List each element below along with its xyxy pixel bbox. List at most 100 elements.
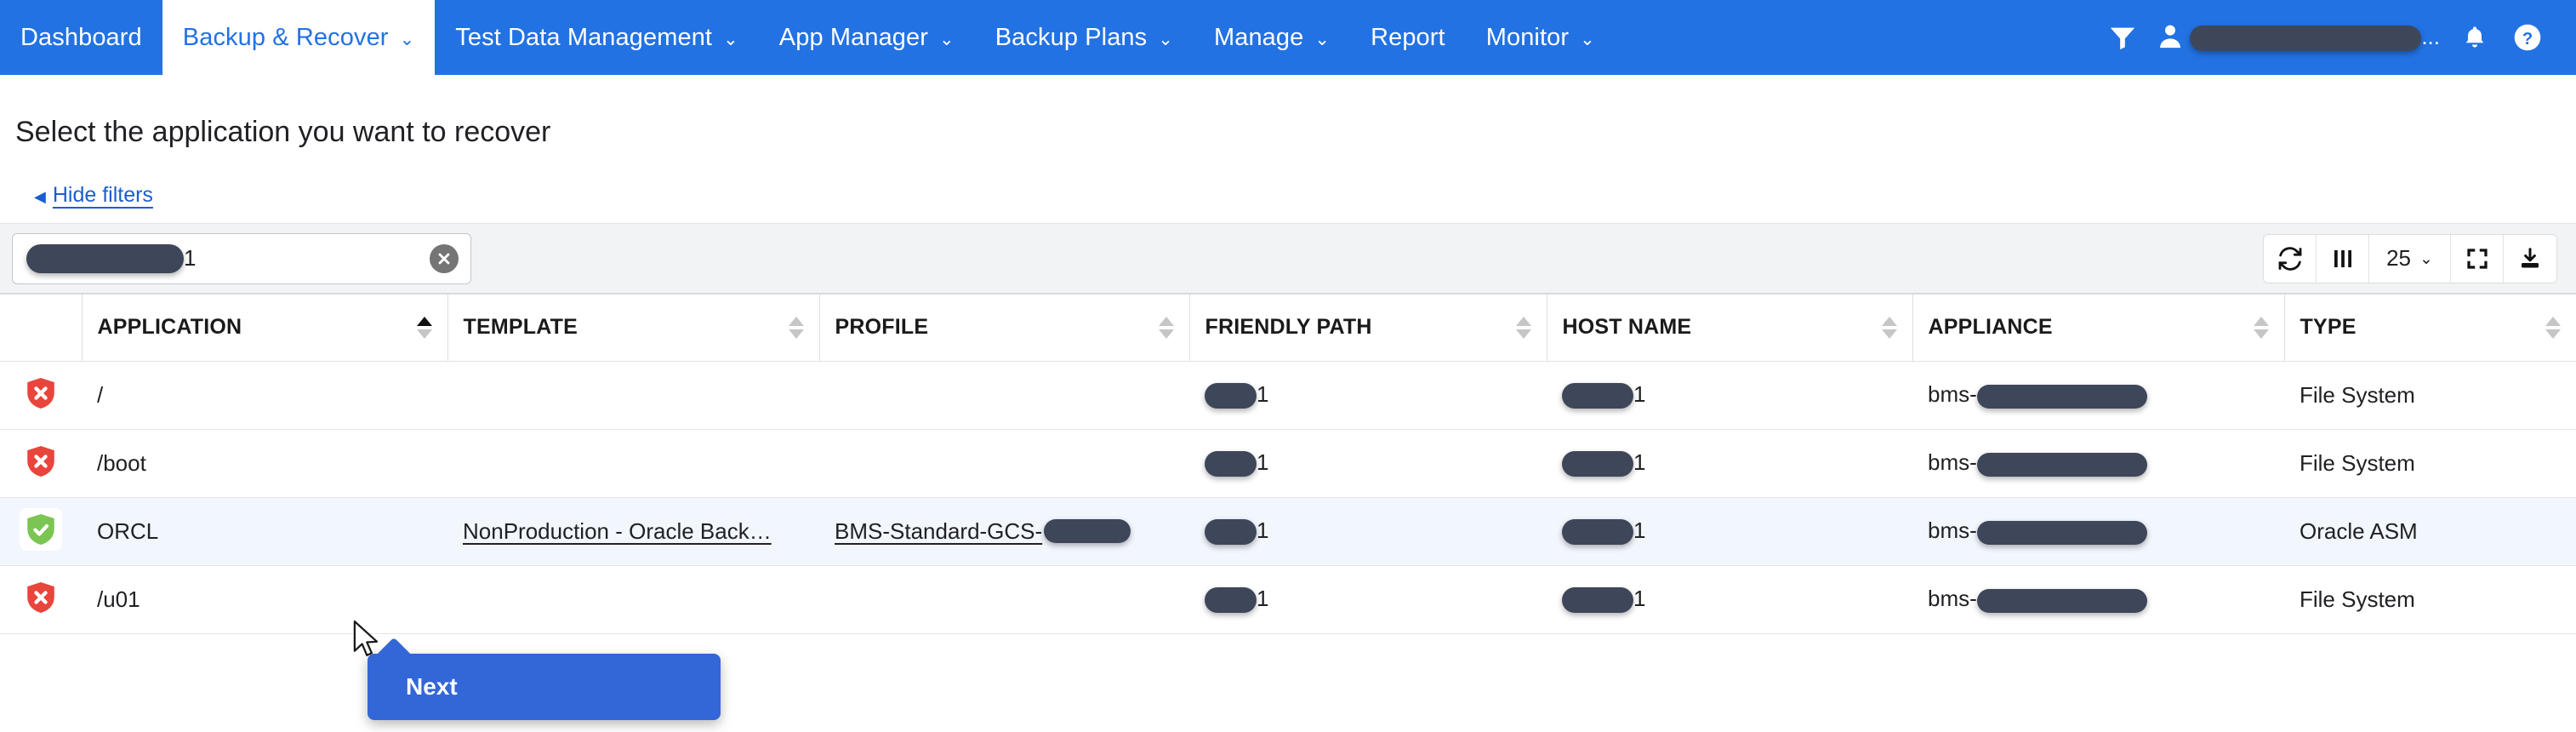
friendly-path-suffix: 1 [1257, 518, 1268, 543]
hide-filters-link[interactable]: ◀ Hide filters [34, 183, 153, 208]
redacted-text [1562, 519, 1633, 545]
redacted-text [1205, 451, 1257, 477]
nav-item-manage[interactable]: Manage⌄ [1194, 0, 1350, 75]
sort-toggle-icon[interactable] [2254, 317, 2269, 339]
nav-item-label: Report [1371, 24, 1445, 52]
column-header-appliance[interactable]: APPLIANCE [1912, 295, 2284, 361]
cell-type: File System [2284, 361, 2576, 429]
column-header-host-name[interactable]: HOST NAME [1547, 295, 1912, 361]
cell-template[interactable]: NonProduction - Oracle Back… [447, 497, 819, 565]
table-toolbar: 1 25 ⌄ [0, 223, 2576, 295]
page-title: Select the application you want to recov… [0, 75, 2576, 149]
cell-profile [819, 429, 1189, 497]
column-header-template[interactable]: TEMPLATE [447, 295, 819, 361]
chevron-left-icon: ◀ [34, 189, 46, 204]
cell-appliance: bms- [1912, 565, 2284, 633]
page-size-select[interactable]: 25 ⌄ [2369, 235, 2451, 283]
column-header-friendly-path[interactable]: FRIENDLY PATH [1189, 295, 1547, 361]
table-row[interactable]: /u0111bms-File System [0, 565, 2576, 633]
next-button[interactable]: Next [368, 654, 721, 720]
sort-toggle-icon[interactable] [1882, 317, 1897, 339]
nav-item-test-data-management[interactable]: Test Data Management⌄ [435, 0, 759, 75]
cell-friendly-path: 1 [1189, 361, 1547, 429]
cell-type: Oracle ASM [2284, 497, 2576, 565]
cell-host-name: 1 [1547, 565, 1912, 633]
profile-link-label: BMS-Standard-GCS- [835, 518, 1042, 545]
fullscreen-icon[interactable] [2451, 235, 2504, 283]
friendly-path-suffix: 1 [1257, 381, 1268, 407]
row-status-cell [0, 361, 82, 429]
redacted-text [1977, 385, 2147, 409]
table-row[interactable]: /boot11bms-File System [0, 429, 2576, 497]
shield-error-icon [20, 440, 62, 483]
nav-item-app-manager[interactable]: App Manager⌄ [759, 0, 975, 75]
refresh-icon[interactable] [2264, 235, 2317, 283]
table-row[interactable]: ORCLNonProduction - Oracle Back…BMS-Stan… [0, 497, 2576, 565]
user-account-name: ... [2190, 24, 2440, 51]
sort-toggle-icon[interactable] [2545, 317, 2561, 339]
cell-appliance: bms- [1912, 497, 2284, 565]
table-row[interactable]: /11bms-File System [0, 361, 2576, 429]
column-header-label: TEMPLATE [464, 315, 578, 340]
nav-item-label: App Manager [779, 24, 928, 52]
chevron-down-icon: ⌄ [400, 31, 415, 49]
nav-item-label: Backup Plans [995, 24, 1148, 52]
column-header-status [0, 295, 82, 361]
redacted-text [1562, 383, 1633, 409]
cell-profile[interactable]: BMS-Standard-GCS- [819, 497, 1189, 565]
help-question-icon[interactable]: ? [2501, 0, 2554, 75]
host-name-suffix: 1 [1633, 449, 1645, 475]
applications-table: APPLICATION TEMPLATE PROFILE FRIENDLY PATH H… [0, 295, 2576, 634]
clear-search-icon[interactable] [430, 244, 459, 273]
column-header-profile[interactable]: PROFILE [819, 295, 1189, 361]
download-icon[interactable] [2504, 235, 2556, 283]
cell-profile [819, 565, 1189, 633]
sort-toggle-icon[interactable] [1159, 317, 1174, 339]
cell-host-name: 1 [1547, 361, 1912, 429]
toolbar-button-group: 25 ⌄ [2263, 234, 2557, 283]
column-header-application[interactable]: APPLICATION [82, 295, 447, 361]
cell-host-name: 1 [1547, 497, 1912, 565]
nav-menu-list: Dashboard Backup & Recover ⌄ Test Data Mana… [0, 0, 1616, 75]
cell-friendly-path: 1 [1189, 565, 1547, 633]
template-link[interactable]: NonProduction - Oracle Back… [463, 518, 772, 545]
host-name-suffix: 1 [1633, 518, 1645, 543]
nav-item-report[interactable]: Report [1350, 0, 1466, 75]
cell-type: File System [2284, 429, 2576, 497]
chevron-down-icon: ⌄ [1580, 31, 1595, 49]
redacted-text [1044, 519, 1131, 543]
profile-link[interactable]: BMS-Standard-GCS- [835, 518, 1131, 545]
sort-toggle-icon[interactable] [789, 317, 804, 339]
redacted-text [1205, 383, 1257, 409]
hide-filters-label: Hide filters [53, 183, 153, 208]
columns-icon[interactable] [2317, 235, 2369, 283]
nav-item-dashboard[interactable]: Dashboard [0, 0, 162, 75]
column-header-type[interactable]: TYPE [2284, 295, 2576, 361]
search-input[interactable]: 1 [12, 233, 471, 284]
sort-toggle-icon[interactable] [417, 317, 432, 339]
chevron-down-icon: ⌄ [1158, 31, 1173, 49]
appliance-prefix: bms- [1928, 518, 1977, 543]
row-status-cell [0, 497, 82, 565]
filters-toggle-row: ◀ Hide filters [0, 149, 2576, 208]
nav-item-backup-plans[interactable]: Backup Plans ⌄ [975, 0, 1194, 75]
next-button-label: Next [406, 673, 458, 701]
nav-item-monitor[interactable]: Monitor ⌄ [1466, 0, 1616, 75]
column-header-label: HOST NAME [1563, 315, 1692, 340]
column-header-label: TYPE [2300, 315, 2357, 340]
nav-item-label: Monitor [1486, 24, 1569, 52]
notifications-bell-icon[interactable] [2448, 0, 2501, 75]
shield-error-icon [20, 372, 62, 415]
filter-funnel-icon[interactable] [2096, 0, 2149, 75]
shield-check-icon [20, 508, 62, 551]
cell-template [447, 361, 819, 429]
host-name-suffix: 1 [1633, 586, 1645, 611]
column-header-label: FRIENDLY PATH [1205, 315, 1372, 340]
nav-item-backup-recover[interactable]: Backup & Recover ⌄ [162, 0, 435, 75]
sort-toggle-icon[interactable] [1516, 317, 1531, 339]
user-account-menu[interactable]: ... [2149, 0, 2448, 75]
chevron-down-icon: ⌄ [1314, 31, 1330, 49]
redacted-text [1562, 451, 1633, 477]
nav-right-icon-group: ... ? [2096, 0, 2576, 75]
nav-item-label: Backup & Recover [183, 24, 389, 52]
